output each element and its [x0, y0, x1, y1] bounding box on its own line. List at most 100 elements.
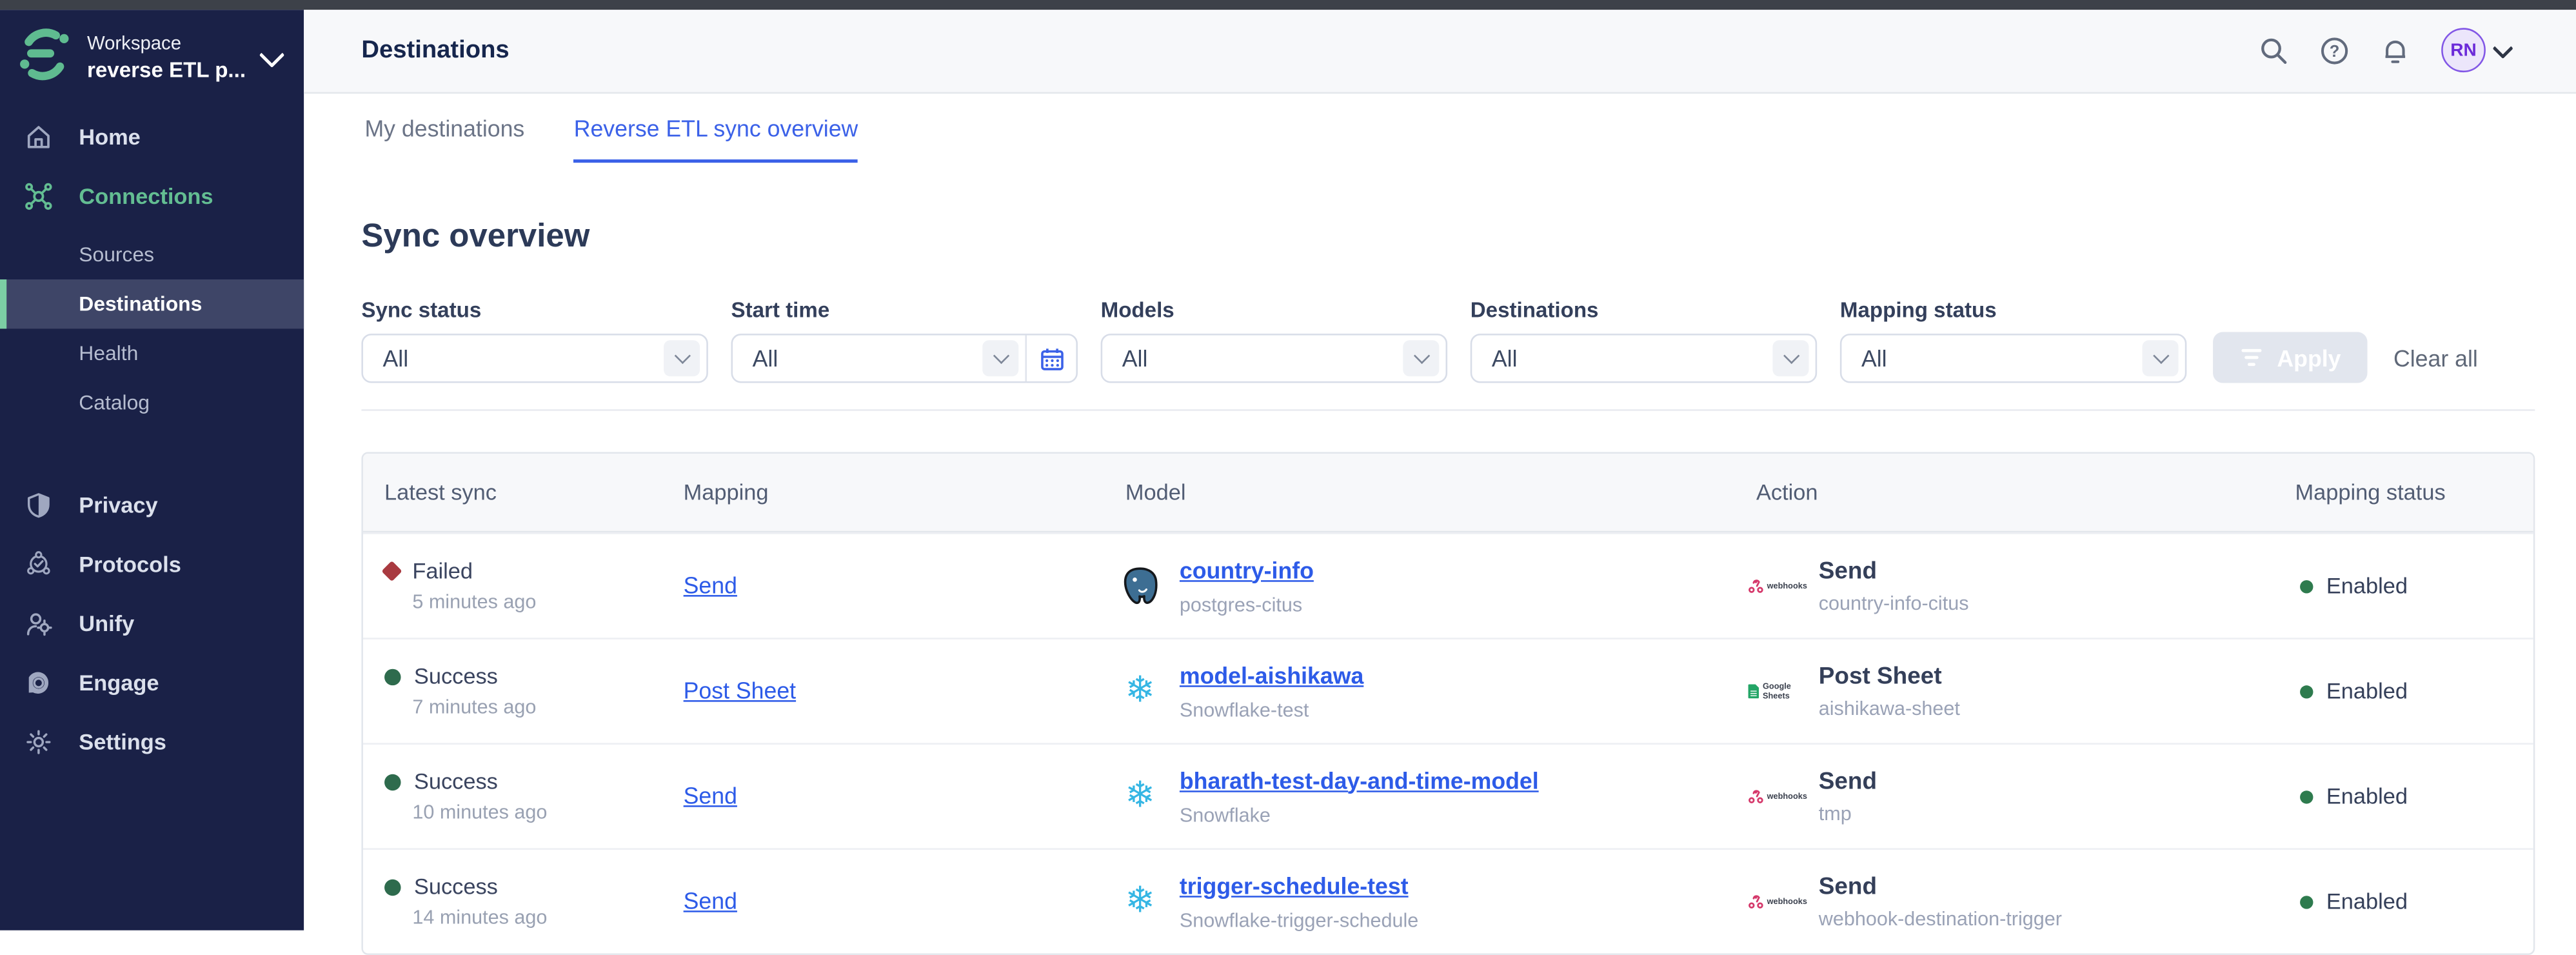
- model-cell: ❄ trigger-schedule-test Snowflake-trigge…: [1104, 872, 1735, 931]
- bell-icon[interactable]: [2381, 35, 2410, 65]
- snowflake-icon: ❄: [1119, 672, 1162, 711]
- snowflake-icon: ❄: [1119, 882, 1162, 921]
- select-value: All: [733, 345, 982, 372]
- user-menu[interactable]: RN: [2441, 28, 2510, 73]
- mapping-status-text: Enabled: [2326, 574, 2408, 598]
- mapping-link[interactable]: Post Sheet: [684, 676, 796, 703]
- chevron-down-icon: [664, 340, 700, 376]
- top-bar-actions: ? RN: [2259, 28, 2510, 73]
- sync-status-text: Failed: [412, 559, 473, 583]
- window-top-strip: [0, 0, 2576, 9]
- svg-text:?: ?: [2330, 42, 2340, 60]
- top-bar: Destinations ? RN: [304, 9, 2576, 94]
- action-cell: webhooks Send tmp: [1735, 769, 2274, 825]
- mapping-link[interactable]: Send: [684, 887, 737, 913]
- mapping-status-text: Enabled: [2326, 679, 2408, 703]
- apply-label: Apply: [2277, 345, 2341, 371]
- sync-time-text: 5 minutes ago: [412, 590, 662, 613]
- mapping-status-select[interactable]: All: [1840, 334, 2186, 383]
- mapping-status-cell: Enabled: [2274, 679, 2533, 703]
- mapping-link[interactable]: Send: [684, 571, 737, 598]
- filters-divider: [361, 409, 2535, 411]
- model-link[interactable]: country-info: [1180, 556, 1314, 583]
- sidebar-item-label: Sources: [79, 243, 154, 266]
- sidebar-item-label: Home: [79, 125, 141, 150]
- sync-time-text: 7 minutes ago: [412, 695, 662, 718]
- select-value: All: [1841, 345, 2142, 372]
- webhooks-logo: webhooks: [1748, 892, 1807, 910]
- column-header-latest-sync: Latest sync: [363, 480, 662, 505]
- protocols-icon: [25, 550, 52, 578]
- calendar-icon[interactable]: [1025, 336, 1076, 381]
- tab-reverse-etl-sync-overview[interactable]: Reverse ETL sync overview: [574, 94, 858, 163]
- sidebar-item-protocols[interactable]: Protocols: [0, 535, 304, 594]
- workspace-switcher[interactable]: Workspace reverse ETL p...: [0, 9, 304, 93]
- apply-button[interactable]: Apply: [2213, 332, 2367, 383]
- filter-label: Mapping status: [1840, 297, 2186, 322]
- model-cell: ❄ bharath-test-day-and-time-model Snowfl…: [1104, 767, 1735, 826]
- sidebar-item-unify[interactable]: Unify: [0, 594, 304, 654]
- sidebar-item-catalog[interactable]: Catalog: [0, 377, 304, 427]
- column-header-model: Model: [1104, 480, 1735, 505]
- search-icon[interactable]: [2259, 35, 2288, 65]
- connections-icon: [25, 183, 52, 210]
- sync-status-text: Success: [414, 874, 498, 899]
- sidebar-item-settings[interactable]: Settings: [0, 712, 304, 772]
- latest-sync-cell: Success 10 minutes ago: [363, 769, 662, 823]
- models-select[interactable]: All: [1101, 334, 1447, 383]
- sidebar-item-sources[interactable]: Sources: [0, 229, 304, 278]
- sidebar-item-label: Protocols: [79, 552, 181, 577]
- main-area: Destinations ? RN: [304, 9, 2576, 930]
- action-subtitle: tmp: [1819, 801, 1877, 825]
- sidebar-nav-lower: Privacy Protocols: [0, 476, 304, 771]
- mapping-status-cell: Enabled: [2274, 574, 2533, 598]
- sidebar-item-engage[interactable]: Engage: [0, 654, 304, 713]
- chevron-down-icon: [982, 340, 1018, 376]
- sidebar-item-connections[interactable]: Connections: [0, 167, 304, 226]
- workspace-label: Workspace: [87, 32, 248, 57]
- help-icon[interactable]: ?: [2320, 35, 2350, 65]
- sidebar-item-privacy[interactable]: Privacy: [0, 476, 304, 535]
- destinations-select[interactable]: All: [1471, 334, 1817, 383]
- column-header-mapping: Mapping: [662, 480, 1104, 505]
- section-heading: Sync overview: [361, 219, 2535, 255]
- sidebar-nav-top: Home Connections: [0, 108, 304, 427]
- column-header-mapping-status: Mapping status: [2274, 480, 2533, 505]
- success-status-icon: [384, 668, 401, 684]
- sync-overview-table: Latest sync Mapping Model Action Mapping…: [361, 452, 2535, 954]
- action-cell: webhooks Send webhook-destination-trigge…: [1735, 874, 2274, 930]
- user-menu-chevron-down-icon: [2492, 37, 2513, 58]
- action-cell: webhooks Send country-info-citus: [1735, 558, 2274, 614]
- sync-status-select[interactable]: All: [361, 334, 708, 383]
- workspace-chevron-down-icon[interactable]: [259, 41, 285, 67]
- sync-status-text: Success: [414, 769, 498, 794]
- start-time-select[interactable]: All: [731, 334, 1078, 383]
- sidebar-item-health[interactable]: Health: [0, 328, 304, 377]
- model-source-text: postgres-citus: [1180, 592, 1314, 616]
- table-row: Success 7 minutes ago Post Sheet ❄ model…: [363, 638, 2533, 743]
- model-link[interactable]: bharath-test-day-and-time-model: [1180, 767, 1539, 793]
- sidebar-item-destinations[interactable]: Destinations: [0, 279, 304, 328]
- sidebar-item-home[interactable]: Home: [0, 108, 304, 167]
- engage-icon: [25, 669, 52, 697]
- rudderstack-logo-icon: [16, 25, 72, 89]
- tab-my-destinations[interactable]: My destinations: [364, 94, 524, 163]
- unify-icon: [25, 610, 52, 638]
- avatar[interactable]: RN: [2441, 28, 2486, 73]
- workspace-name: reverse ETL p...: [87, 57, 248, 83]
- select-value: All: [1102, 345, 1403, 372]
- enabled-dot-icon: [2300, 685, 2313, 698]
- home-icon: [25, 123, 52, 151]
- success-status-icon: [384, 878, 401, 894]
- sidebar-item-label: Catalog: [79, 390, 150, 414]
- model-link[interactable]: trigger-schedule-test: [1180, 872, 1409, 898]
- mapping-status-cell: Enabled: [2274, 889, 2533, 914]
- model-cell: ❄ model-aishikawa Snowflake-test: [1104, 661, 1735, 721]
- sync-status-text: Success: [414, 664, 498, 689]
- model-link[interactable]: model-aishikawa: [1180, 661, 1363, 688]
- webhooks-icon: [1748, 892, 1763, 910]
- clear-all-link[interactable]: Clear all: [2393, 345, 2478, 372]
- workspace-text: Workspace reverse ETL p...: [87, 32, 248, 83]
- webhooks-logo-text: webhooks: [1767, 791, 1807, 801]
- mapping-link[interactable]: Send: [684, 781, 737, 808]
